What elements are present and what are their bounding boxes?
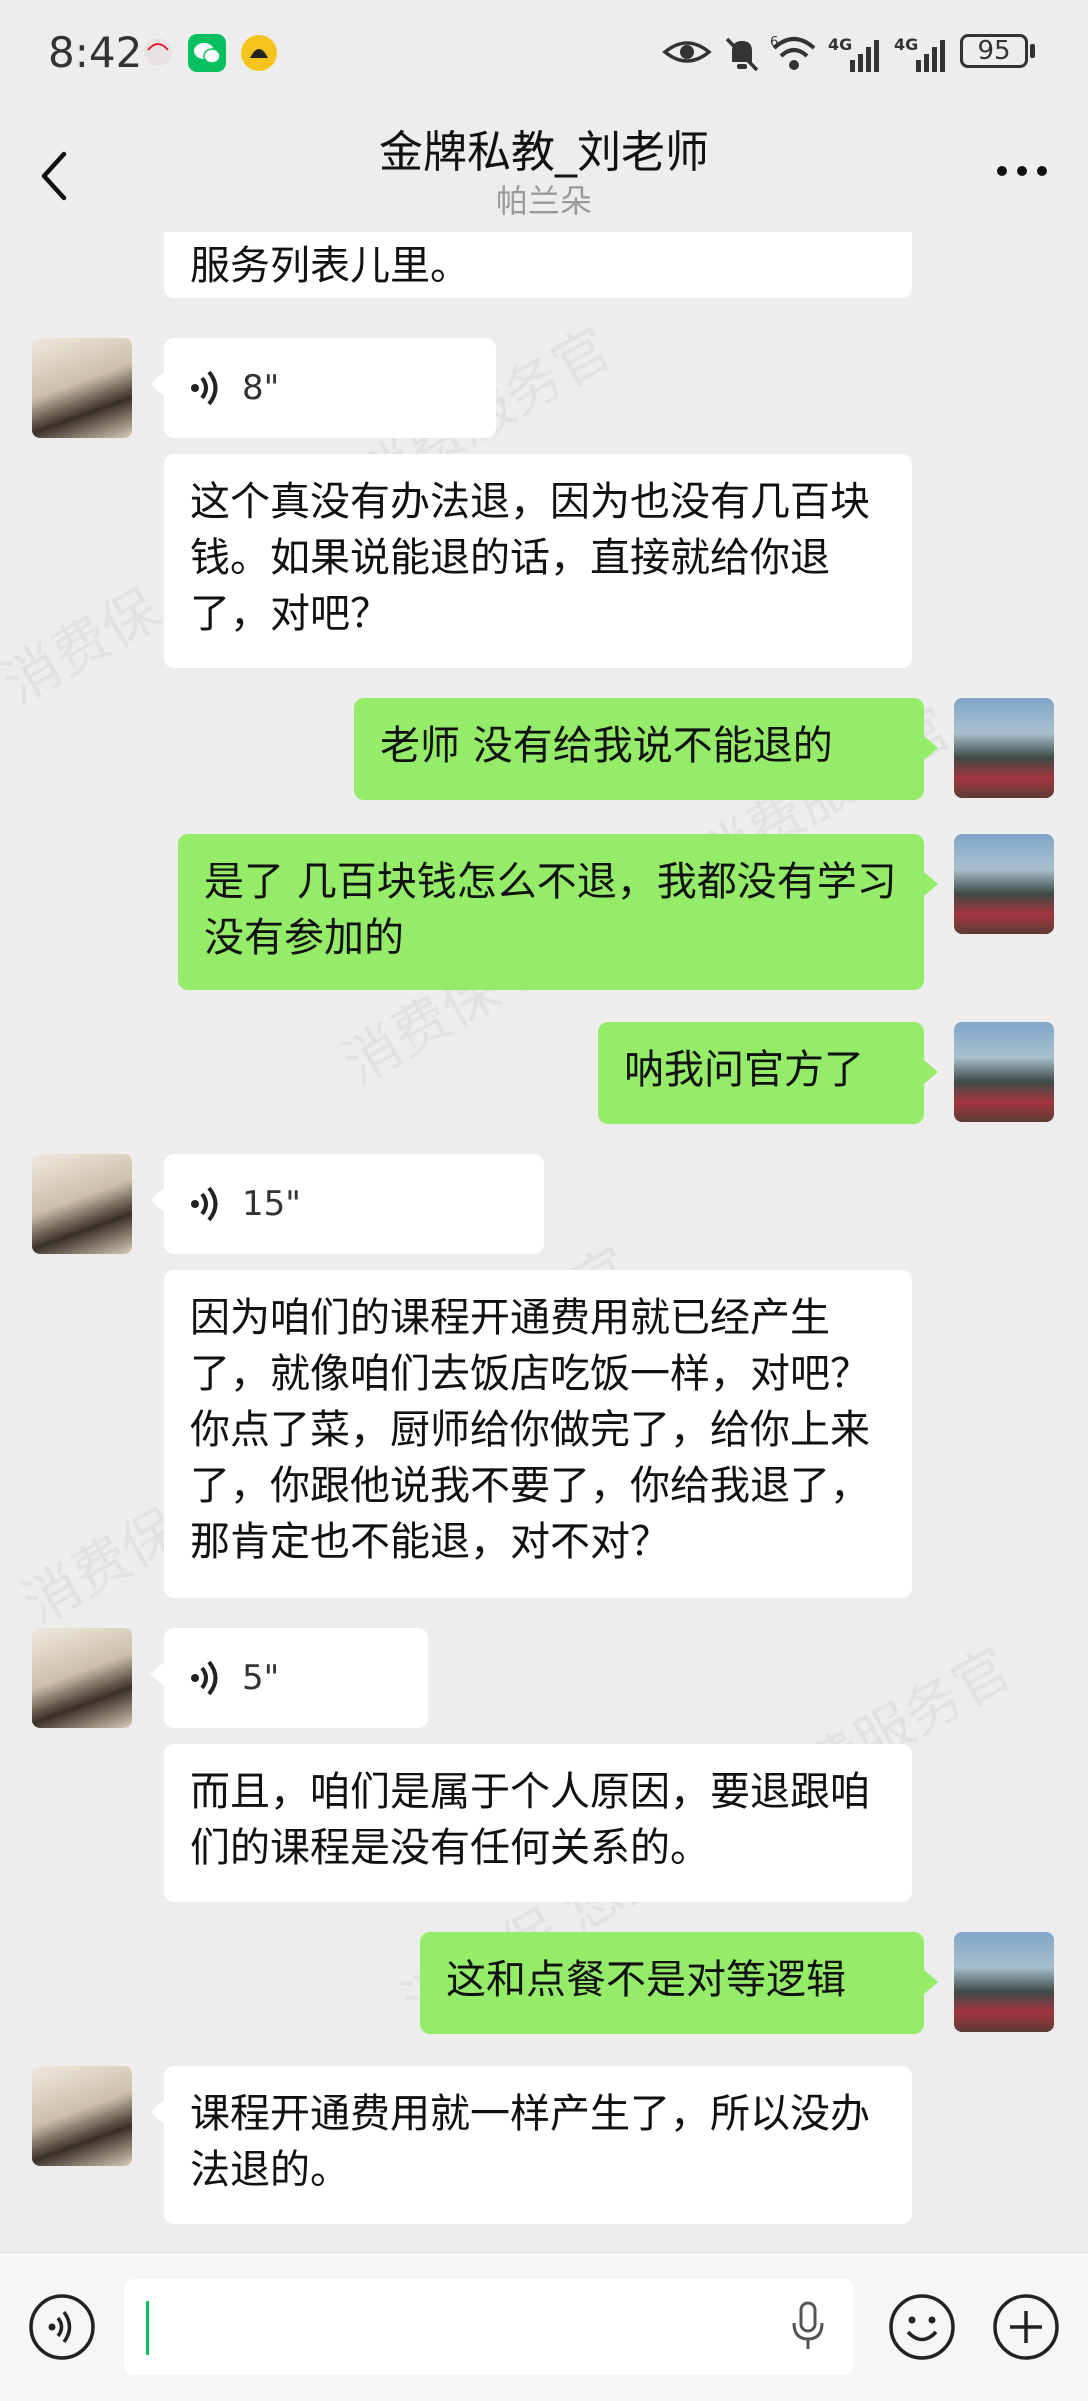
message-text: 课程开通费用就一样产生了，所以没办法退的。	[190, 2091, 870, 2193]
incoming-text-message[interactable]: 服务列表儿里。	[164, 232, 912, 298]
my-avatar[interactable]	[954, 698, 1054, 798]
outgoing-text-message[interactable]: 是了 几百块钱怎么不退，我都没有学习没有参加的	[178, 834, 938, 990]
message-text: 这个真没有办法退，因为也没有几百块钱。如果说能退的话，直接就给你退了，对吧？	[190, 479, 870, 637]
incoming-voice-message[interactable]: 8"	[150, 338, 496, 438]
message-text: 而且，咱们是属于个人原因，要退跟咱们的课程是没有任何关系的。	[190, 1769, 870, 1871]
message-text: 服务列表儿里。	[190, 243, 470, 289]
emoji-icon[interactable]	[888, 2293, 956, 2361]
message-text: 老师 没有给我说不能退的	[380, 723, 833, 769]
chat-title: 金牌私教_刘老师	[379, 127, 709, 178]
voice-mode-icon[interactable]	[28, 2293, 96, 2361]
plus-icon[interactable]	[992, 2293, 1060, 2361]
contact-avatar[interactable]	[32, 2066, 132, 2166]
outgoing-text-message[interactable]: 老师 没有给我说不能退的	[354, 698, 938, 800]
contact-avatar[interactable]	[32, 1154, 132, 1254]
voice-wave-icon	[191, 1660, 218, 1696]
more-options-icon[interactable]	[992, 156, 1052, 186]
voice-duration: 8"	[242, 368, 280, 408]
signal-4g-icon-2: 4G	[894, 35, 945, 72]
mute-bell-icon	[725, 37, 759, 72]
message-text: 呐我问官方了	[624, 1047, 864, 1093]
svg-text:6: 6	[770, 35, 778, 50]
voice-duration: 15"	[242, 1184, 301, 1224]
status-time: 8:42	[48, 28, 143, 77]
message-text: 这和点餐不是对等逻辑	[446, 1957, 846, 2003]
svg-text:4G: 4G	[828, 35, 852, 54]
contact-avatar[interactable]	[32, 338, 132, 438]
incoming-voice-message[interactable]: 5"	[150, 1628, 428, 1728]
microphone-icon[interactable]	[790, 2301, 826, 2353]
incoming-voice-message[interactable]: 15"	[150, 1154, 544, 1254]
status-bar: 8:42 6 4G 4G 95	[0, 0, 1088, 110]
outgoing-text-message[interactable]: 呐我问官方了	[598, 1022, 938, 1124]
input-bar	[0, 2252, 1088, 2401]
text-caret	[146, 2301, 149, 2355]
wechat-icon	[188, 34, 226, 72]
message-input[interactable]	[124, 2279, 854, 2375]
app-notification-icon	[241, 35, 277, 71]
my-avatar[interactable]	[954, 1932, 1054, 2032]
huawei-icon	[144, 38, 172, 66]
svg-text:4G: 4G	[894, 35, 918, 54]
battery-tip	[1030, 44, 1035, 58]
chat-header: 金牌私教_刘老师 帕兰朵	[0, 110, 1088, 232]
eye-icon	[662, 41, 712, 63]
incoming-text-message[interactable]: 这个真没有办法退，因为也没有几百块钱。如果说能退的话，直接就给你退了，对吧？	[164, 454, 912, 668]
message-list[interactable]: 消费保 您身边的消费服务官 消费保 您身边的消费服务官 消费保 您身边的消费服务…	[0, 232, 1088, 2252]
voice-wave-icon	[191, 1186, 218, 1222]
battery-indicator: 95	[960, 34, 1028, 68]
chat-subtitle: 帕兰朵	[495, 182, 592, 220]
incoming-text-message[interactable]: 课程开通费用就一样产生了，所以没办法退的。	[150, 2066, 912, 2224]
incoming-text-message[interactable]: 而且，咱们是属于个人原因，要退跟咱们的课程是没有任何关系的。	[164, 1744, 912, 1902]
voice-duration: 5"	[242, 1658, 280, 1698]
my-avatar[interactable]	[954, 834, 1054, 934]
message-text: 因为咱们的课程开通费用就已经产生了，就像咱们去饭店吃饭一样，对吧？你点了菜，厨师…	[190, 1295, 870, 1565]
message-text: 是了 几百块钱怎么不退，我都没有学习没有参加的	[204, 859, 897, 961]
incoming-text-message[interactable]: 因为咱们的课程开通费用就已经产生了，就像咱们去饭店吃饭一样，对吧？你点了菜，厨师…	[164, 1270, 912, 1598]
wifi-icon: 6	[770, 35, 816, 70]
voice-wave-icon	[191, 370, 218, 406]
outgoing-text-message[interactable]: 这和点餐不是对等逻辑	[420, 1932, 938, 2034]
signal-4g-icon: 4G	[828, 35, 879, 72]
my-avatar[interactable]	[954, 1022, 1054, 1122]
contact-avatar[interactable]	[32, 1628, 132, 1728]
